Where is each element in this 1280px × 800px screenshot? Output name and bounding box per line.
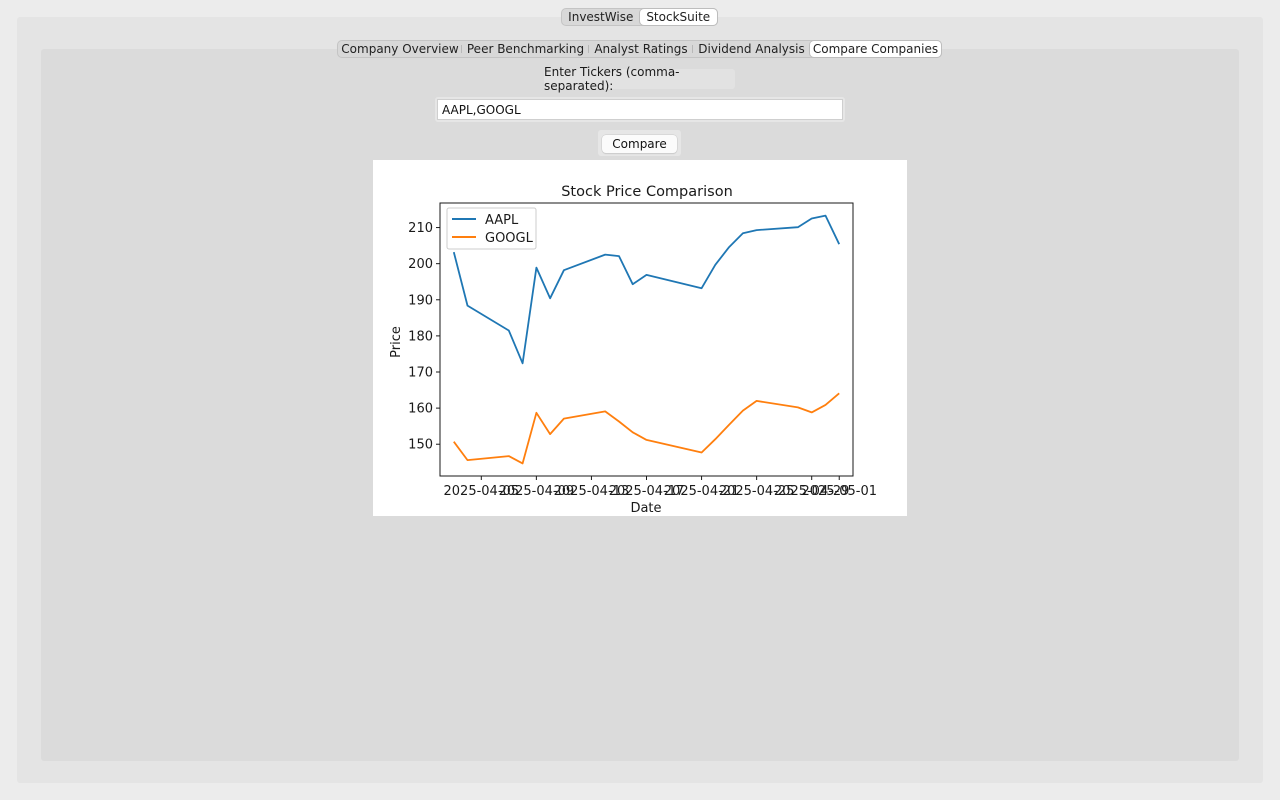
tickers-input[interactable] <box>437 99 843 120</box>
tab-peer-benchmarking[interactable]: Peer Benchmarking <box>462 41 589 57</box>
legend-label-googl: GOOGL <box>485 231 534 246</box>
chart-title: Stock Price Comparison <box>561 184 733 200</box>
y-tick-label: 210 <box>408 221 433 236</box>
y-tick-label: 170 <box>408 366 433 381</box>
tab-compare-companies[interactable]: Compare Companies <box>810 41 941 57</box>
tickers-label: Enter Tickers (comma-separated): <box>544 65 735 93</box>
app-tab-bar: InvestWise StockSuite <box>561 8 718 26</box>
y-tick-label: 180 <box>408 329 433 344</box>
compare-button-frame: Compare <box>598 130 681 156</box>
y-tick-label: 150 <box>408 438 433 453</box>
tab-stocksuite[interactable]: StockSuite <box>639 9 717 25</box>
price-comparison-chart: Stock Price Comparison 150 160 170 180 190 20… <box>373 160 907 516</box>
chart-svg: Stock Price Comparison 150 160 170 180 190 20… <box>389 184 877 516</box>
tickers-field-frame <box>435 97 845 122</box>
tab-company-overview[interactable]: Company Overview <box>338 41 462 57</box>
x-tick-label: 2025-05-01 <box>801 484 877 499</box>
tab-analyst-ratings[interactable]: Analyst Ratings <box>589 41 693 57</box>
series-line-googl <box>453 392 840 465</box>
y-tick-label: 200 <box>408 257 433 272</box>
y-axis-label: Price <box>389 326 404 358</box>
y-tick-label: 160 <box>408 402 433 417</box>
compare-button[interactable]: Compare <box>602 135 677 153</box>
tab-investwise[interactable]: InvestWise <box>562 9 640 25</box>
tab-dividend-analysis[interactable]: Dividend Analysis <box>693 41 810 57</box>
section-tab-bar: Company Overview Peer Benchmarking Analy… <box>337 40 942 58</box>
x-axis-label: Date <box>630 501 661 516</box>
chart-legend: AAPL GOOGL <box>446 207 537 250</box>
y-tick-label: 190 <box>408 293 433 308</box>
legend-label-aapl: AAPL <box>485 213 519 228</box>
